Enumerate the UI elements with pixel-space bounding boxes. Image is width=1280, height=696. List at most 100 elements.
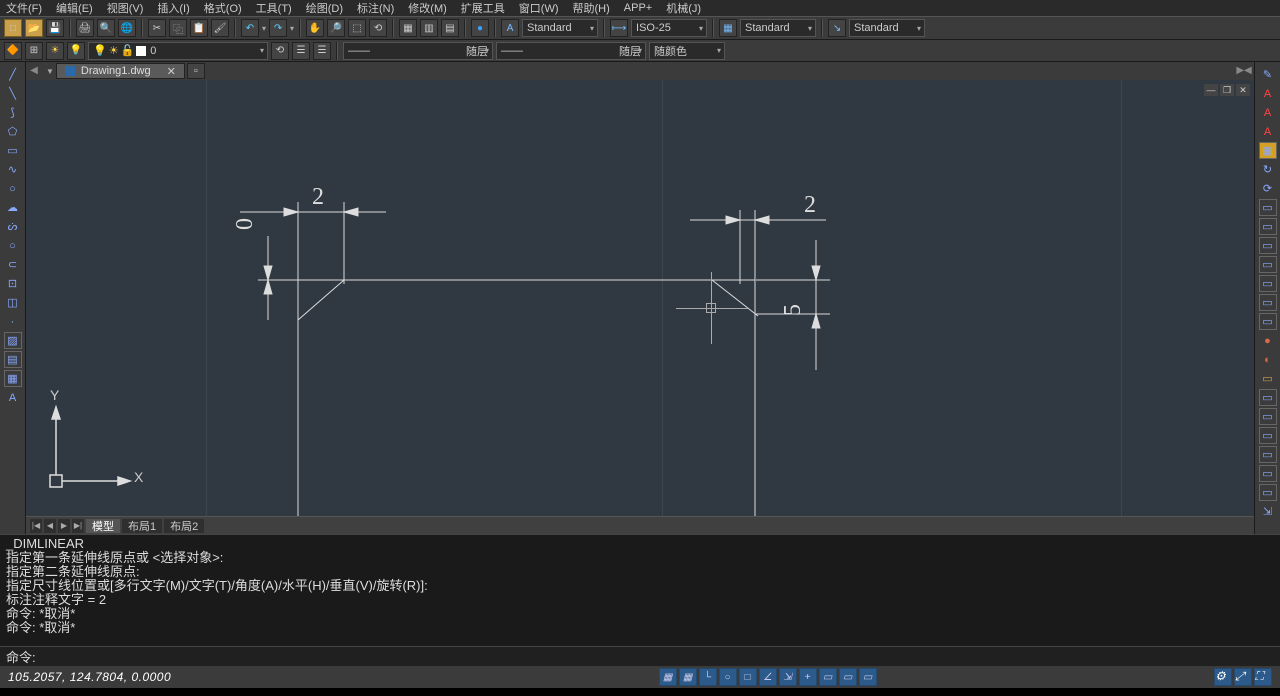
gradient-icon[interactable]: ▤ <box>4 351 22 368</box>
tool12-icon[interactable]: ▭ <box>1259 465 1277 482</box>
print-icon[interactable]: 🖨 <box>76 19 94 37</box>
table-icon[interactable]: ▦ <box>4 370 22 387</box>
table-style-combo[interactable]: Standard▾ <box>740 19 816 37</box>
command-input-line[interactable]: 命令: <box>0 646 1280 666</box>
linetype-combo[interactable]: ——随层▾ <box>343 42 493 60</box>
arc-icon[interactable]: ⟆ <box>4 104 22 121</box>
clean-screen-icon[interactable]: ⛶ <box>1254 668 1272 686</box>
tool2-icon[interactable]: ▭ <box>1259 218 1277 235</box>
color-combo[interactable]: 随颜色▾ <box>649 42 725 60</box>
dim-style-icon[interactable]: ⟼ <box>610 19 628 37</box>
block-icon[interactable]: A <box>1259 85 1277 102</box>
copy-icon[interactable]: ⿻ <box>169 19 187 37</box>
tab-scroll-right-icon[interactable]: ▶◀ <box>1238 63 1250 77</box>
menu-format[interactable]: 格式(O) <box>204 0 242 16</box>
tool-palettes-icon[interactable]: ▤ <box>441 19 459 37</box>
sc-toggle-icon[interactable]: ▭ <box>859 668 877 686</box>
mleader-style-icon[interactable]: ↘ <box>828 19 846 37</box>
pan-icon[interactable]: ✋ <box>306 19 324 37</box>
paste-icon[interactable]: 📋 <box>190 19 208 37</box>
revcloud-icon[interactable]: ☁ <box>4 199 22 216</box>
spline-icon[interactable]: ∿ <box>4 161 22 178</box>
layout2-tab[interactable]: 布局2 <box>164 519 204 533</box>
table-style-icon[interactable]: ▦ <box>719 19 737 37</box>
menu-modify[interactable]: 修改(M) <box>408 0 447 16</box>
tool5-icon[interactable]: ▭ <box>1259 275 1277 292</box>
tool9-icon[interactable]: ▭ <box>1259 408 1277 425</box>
grid-toggle-icon[interactable]: ▦ <box>659 668 677 686</box>
menu-insert[interactable]: 插入(I) <box>157 0 189 16</box>
layout-last-icon[interactable]: ▶| <box>72 519 84 533</box>
ortho-toggle-icon[interactable]: └ <box>699 668 717 686</box>
menu-view[interactable]: 视图(V) <box>107 0 144 16</box>
make-block-icon[interactable]: ◫ <box>4 294 22 311</box>
layer-combo[interactable]: 💡☀🔓0 ▾ <box>88 42 268 60</box>
dim-style-combo[interactable]: ISO-25▾ <box>631 19 707 37</box>
otrack-toggle-icon[interactable]: ∠ <box>759 668 777 686</box>
workspace-icon[interactable]: ⤢ <box>1234 668 1252 686</box>
preview-icon[interactable]: 🔍 <box>97 19 115 37</box>
lwt-toggle-icon[interactable]: + <box>799 668 817 686</box>
menu-edit[interactable]: 编辑(E) <box>56 0 93 16</box>
tool13-icon[interactable]: ▭ <box>1259 484 1277 501</box>
tool7-icon[interactable]: ▭ <box>1259 313 1277 330</box>
palette-icon[interactable]: ▦ <box>1259 142 1277 159</box>
polar-toggle-icon[interactable]: ○ <box>719 668 737 686</box>
xline-icon[interactable]: ╲ <box>4 85 22 102</box>
text-icon[interactable]: A <box>1259 123 1277 140</box>
light-icon[interactable]: ◐ <box>1259 351 1277 368</box>
tool3-icon[interactable]: ▭ <box>1259 237 1277 254</box>
layout1-tab[interactable]: 布局1 <box>122 519 162 533</box>
layout-prev-icon[interactable]: ◀ <box>44 519 56 533</box>
insert-block-icon[interactable]: ⊡ <box>4 275 22 292</box>
save-icon[interactable]: 💾 <box>46 19 64 37</box>
move-icon[interactable]: ↻ <box>1259 161 1277 178</box>
dyn-toggle-icon[interactable]: ⇲ <box>779 668 797 686</box>
snap-toggle-icon[interactable]: ▦ <box>679 668 697 686</box>
tool8-icon[interactable]: ▭ <box>1259 389 1277 406</box>
tab-scroll-left-icon[interactable]: ◀ <box>28 63 40 77</box>
design-center-icon[interactable]: ▥ <box>420 19 438 37</box>
text-style-combo[interactable]: Standard▾ <box>522 19 598 37</box>
matchprop-icon[interactable]: 🖌 <box>211 19 229 37</box>
erase-icon[interactable]: ✎ <box>1259 66 1277 83</box>
layer-prev-icon[interactable]: ☰ <box>292 42 310 60</box>
menu-ext[interactable]: 扩展工具 <box>461 0 505 16</box>
polygon-icon[interactable]: ⬠ <box>4 123 22 140</box>
model-tab[interactable]: 模型 <box>86 519 120 533</box>
tool1-icon[interactable]: ▭ <box>1259 199 1277 216</box>
new-icon[interactable]: □ <box>4 19 22 37</box>
make-current-icon[interactable]: ⟲ <box>271 42 289 60</box>
osnap-toggle-icon[interactable]: □ <box>739 668 757 686</box>
menu-app[interactable]: APP+ <box>624 2 652 14</box>
redo-icon[interactable]: ↷ <box>269 19 287 37</box>
tool11-icon[interactable]: ▭ <box>1259 446 1277 463</box>
open-icon[interactable]: 📂 <box>25 19 43 37</box>
layout-next-icon[interactable]: ▶ <box>58 519 70 533</box>
undo-icon[interactable]: ↶ <box>241 19 259 37</box>
mleader-style-combo[interactable]: Standard▾ <box>849 19 925 37</box>
text-style-icon[interactable]: A <box>501 19 519 37</box>
material-icon[interactable]: ▭ <box>1259 370 1277 387</box>
circle-icon[interactable]: ○ <box>4 237 22 254</box>
lineweight-combo[interactable]: —— 随层▾ <box>496 42 646 60</box>
layout-first-icon[interactable]: |◀ <box>30 519 42 533</box>
publish-icon[interactable]: 🌐 <box>118 19 136 37</box>
zoom-rt-icon[interactable]: 🔎 <box>327 19 345 37</box>
rotate-icon[interactable]: ⟳ <box>1259 180 1277 197</box>
hatch-icon[interactable]: ▨ <box>4 332 22 349</box>
tab-add-icon[interactable]: ▫ <box>187 63 205 79</box>
tool4-icon[interactable]: ▭ <box>1259 256 1277 273</box>
match-icon[interactable]: A <box>1259 104 1277 121</box>
layer-off-icon[interactable]: 💡 <box>67 42 85 60</box>
point-icon[interactable]: · <box>4 313 22 330</box>
menu-dim[interactable]: 标注(N) <box>357 0 394 16</box>
tool6-icon[interactable]: ▭ <box>1259 294 1277 311</box>
menu-help[interactable]: 帮助(H) <box>573 0 610 16</box>
annoscale-icon[interactable]: ⚙ <box>1214 668 1232 686</box>
model-toggle-icon[interactable]: ▭ <box>819 668 837 686</box>
menu-mech[interactable]: 机械(J) <box>666 0 701 16</box>
menu-file[interactable]: 文件(F) <box>6 0 42 16</box>
render-icon[interactable]: ● <box>1259 332 1277 349</box>
qp-toggle-icon[interactable]: ▭ <box>839 668 857 686</box>
